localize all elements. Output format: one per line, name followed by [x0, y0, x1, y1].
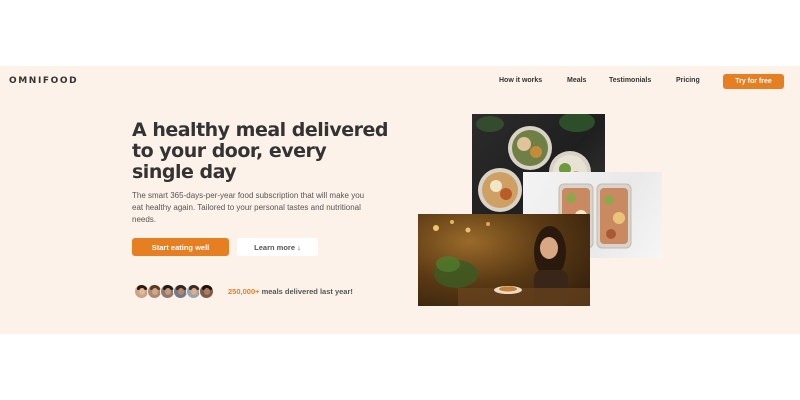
- meals-delivered-count: 250,000+: [228, 287, 260, 296]
- meals-delivered-text: 250,000+ meals delivered last year!: [228, 287, 353, 296]
- hero-headline: A healthy meal delivered to your door, e…: [132, 119, 388, 183]
- nav-link-how-it-works[interactable]: How it works: [499, 77, 542, 84]
- customer-avatar: [199, 284, 214, 299]
- start-eating-well-button[interactable]: Start eating well: [132, 238, 229, 256]
- woman-eating-cafe-photo: [418, 214, 590, 306]
- hero-description: The smart 365-days-per-year food subscri…: [132, 191, 365, 224]
- try-for-free-button[interactable]: Try for free: [723, 74, 784, 89]
- nav-link-testimonials[interactable]: Testimonials: [609, 77, 651, 84]
- hero-section: [0, 66, 800, 334]
- nav-link-pricing[interactable]: Pricing: [676, 77, 700, 84]
- nav-link-meals[interactable]: Meals: [567, 77, 586, 84]
- learn-more-button[interactable]: Learn more ↓: [237, 238, 318, 256]
- delivered-customers: 250,000+ meals delivered last year!: [134, 284, 394, 300]
- meals-delivered-label: meals delivered last year!: [259, 287, 353, 296]
- main-nav: How it works Meals Testimonials Pricing: [0, 77, 800, 89]
